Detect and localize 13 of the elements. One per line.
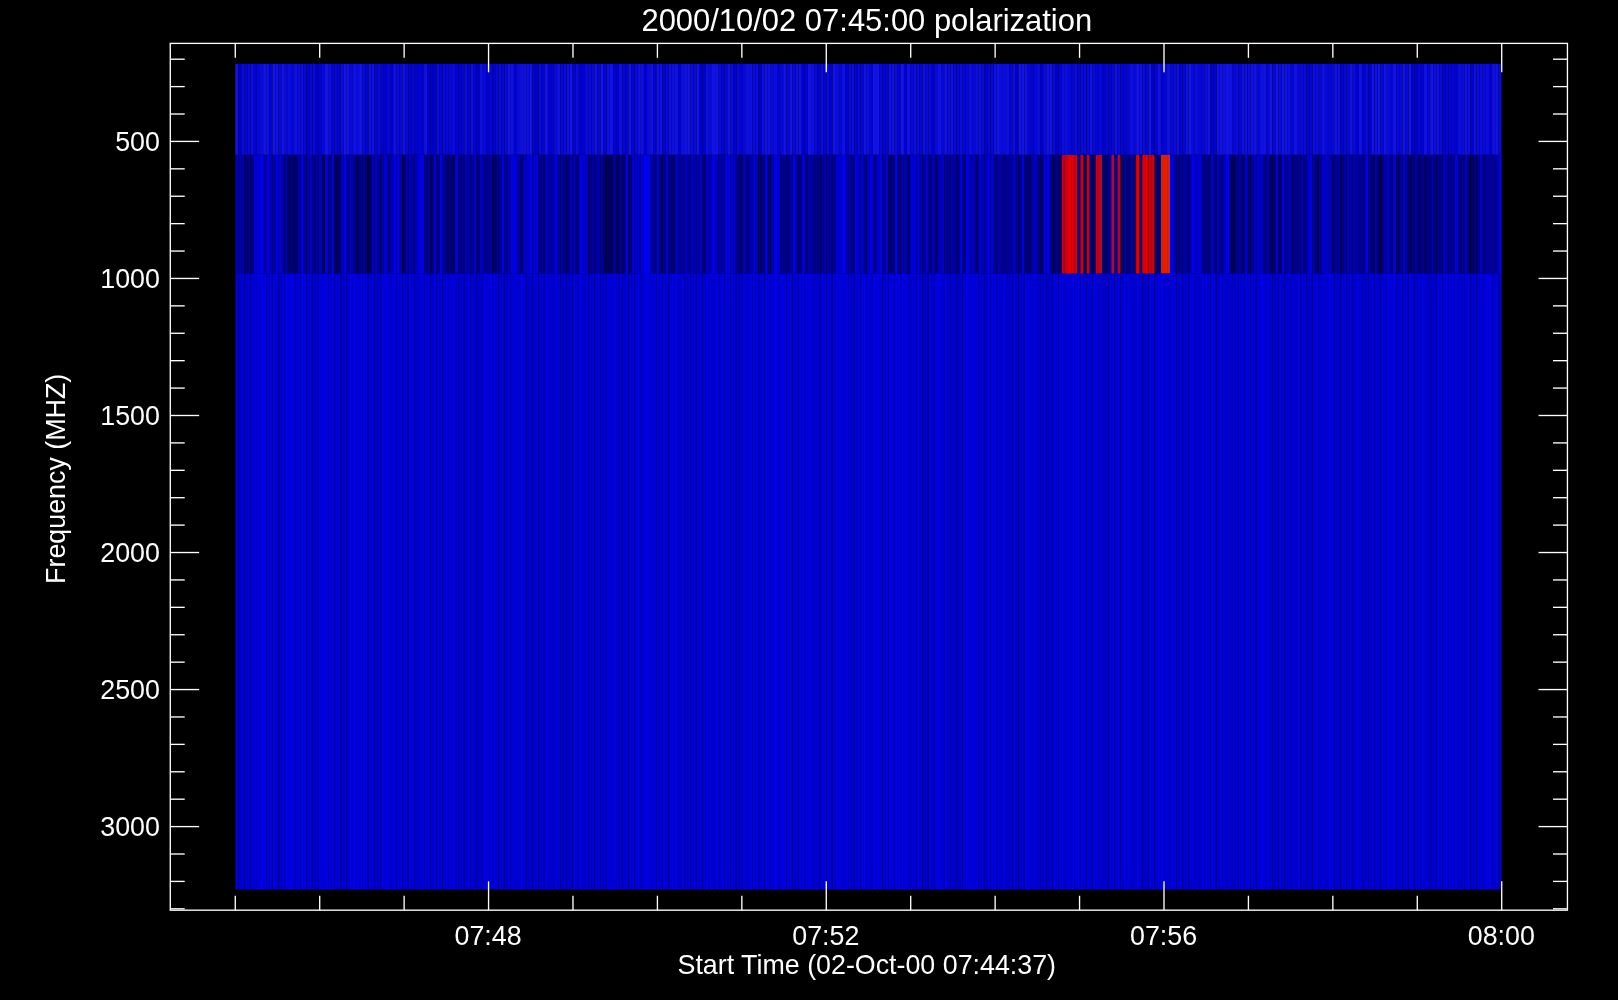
y-tick-label: 1000 — [100, 263, 160, 294]
x-tick-label: 07:56 — [1130, 921, 1198, 952]
x-axis-label: Start Time (02-Oct-00 07:44:37) — [677, 950, 1057, 981]
y-tick-label: 1500 — [100, 400, 160, 431]
y-tick-label: 3000 — [100, 811, 160, 842]
y-tick-label: 2500 — [100, 674, 160, 705]
y-axis-label: Frequency (MHZ) — [41, 373, 71, 584]
x-tick-label: 08:00 — [1467, 921, 1535, 952]
plot-title: 2000/10/02 07:45:00 polarization — [641, 3, 1093, 38]
x-tick-label: 07:48 — [454, 921, 522, 952]
y-tick-label: 500 — [115, 126, 160, 157]
y-tick-label: 2000 — [100, 537, 160, 568]
x-tick-label: 07:52 — [792, 921, 860, 952]
